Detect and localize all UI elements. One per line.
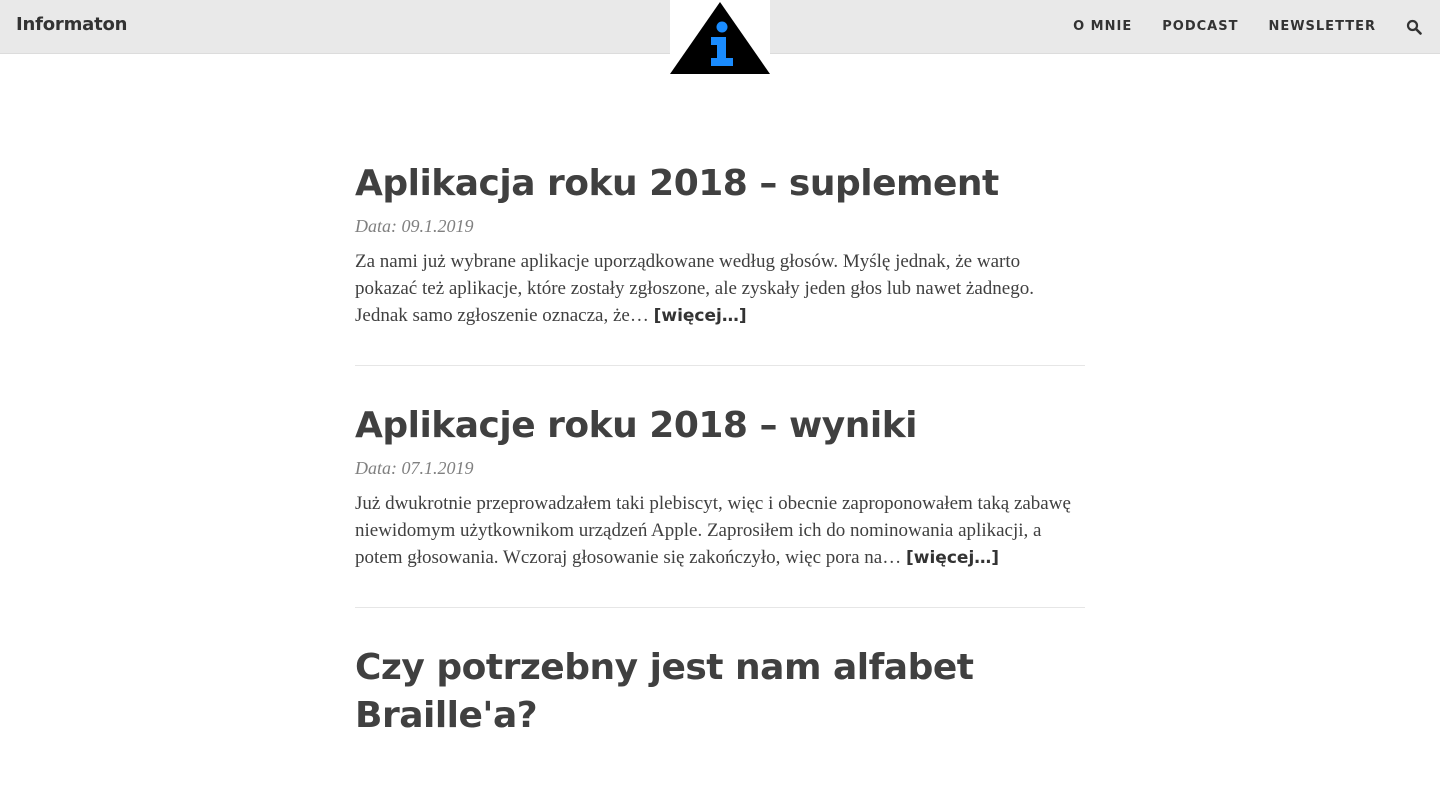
post-date: Data: 09.1.2019 [355, 216, 474, 236]
read-more-link[interactable]: [więcej…] [906, 548, 999, 568]
post-title: Aplikacja roku 2018 – suplement [355, 160, 1085, 208]
info-triangle-logo-icon [670, 2, 770, 74]
top-navigation-bar: Informaton O MNIE PODCAST NEWSLETTER [0, 0, 1440, 76]
search-icon [1406, 19, 1422, 35]
site-title-link[interactable]: Informaton [16, 14, 127, 35]
nav-item-o-mnie[interactable]: O MNIE [1073, 19, 1132, 34]
main-nav: O MNIE PODCAST NEWSLETTER [1043, 0, 1422, 53]
post-item: Aplikacja roku 2018 – suplement Data: 09… [355, 160, 1085, 366]
read-more-link[interactable]: [więcej…] [654, 306, 747, 326]
post-item: Aplikacje roku 2018 – wyniki Data: 07.1.… [355, 402, 1085, 608]
nav-item-newsletter[interactable]: NEWSLETTER [1268, 19, 1376, 34]
post-date: Data: 07.1.2019 [355, 458, 474, 478]
post-title: Czy potrzebny jest nam alfabet Braille'a… [355, 644, 1085, 740]
post-list: Aplikacja roku 2018 – suplement Data: 09… [355, 160, 1085, 811]
post-title: Aplikacje roku 2018 – wyniki [355, 402, 1085, 450]
site-logo[interactable] [670, 0, 770, 76]
post-excerpt: Za nami już wybrane aplikacje uporządkow… [355, 248, 1085, 330]
post-excerpt: Już dwukrotnie przeprowadzałem taki pleb… [355, 490, 1085, 572]
post-title-link[interactable]: Aplikacja roku 2018 – suplement [355, 163, 999, 204]
post-title-link[interactable]: Aplikacje roku 2018 – wyniki [355, 405, 918, 446]
post-title-link[interactable]: Czy potrzebny jest nam alfabet Braille'a… [355, 647, 974, 736]
nav-item-podcast[interactable]: PODCAST [1162, 19, 1238, 34]
post-item: Czy potrzebny jest nam alfabet Braille'a… [355, 644, 1085, 775]
search-button[interactable] [1406, 19, 1422, 35]
